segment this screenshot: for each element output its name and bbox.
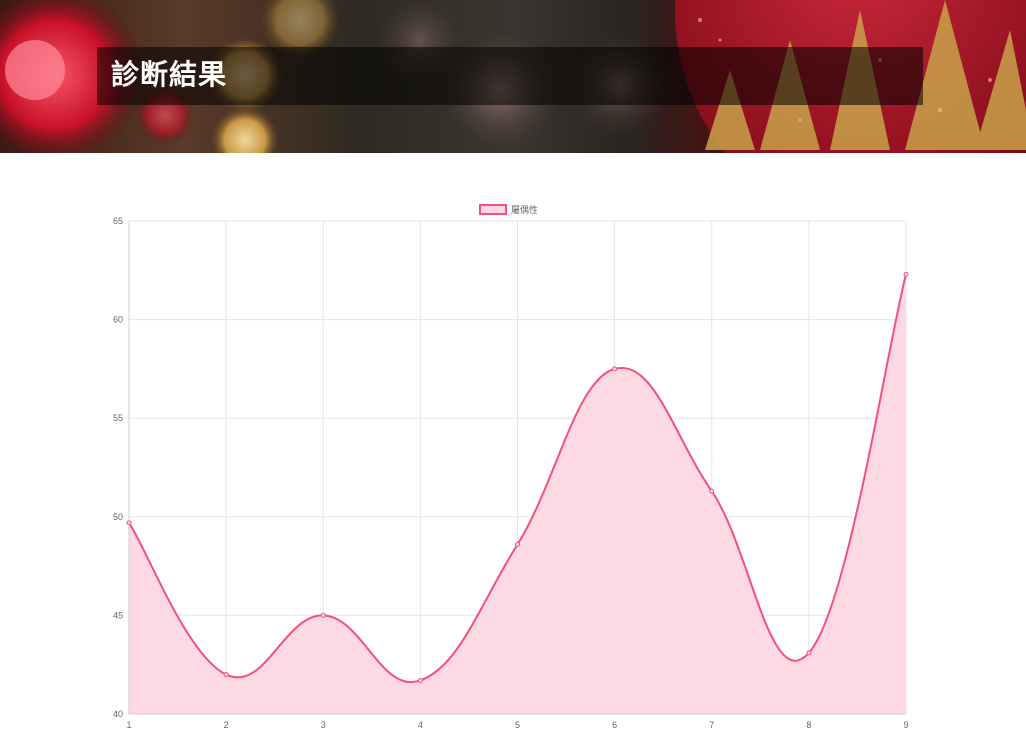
data-point <box>709 488 715 494</box>
y-tick-label: 55 <box>113 413 123 423</box>
data-point <box>903 271 909 277</box>
header-banner: 診断結果 <box>0 0 1026 153</box>
page-title: 診断結果 <box>111 58 228 91</box>
x-tick-label: 2 <box>224 720 229 730</box>
legend-swatch <box>479 204 507 215</box>
x-tick-label: 4 <box>418 720 423 730</box>
data-point <box>417 677 423 683</box>
data-point <box>320 612 326 618</box>
y-tick-label: 45 <box>113 610 123 620</box>
chart-area: 40 45 50 55 60 65 1 2 3 4 5 6 7 8 9 屬偶性 <box>0 153 1026 749</box>
x-tick-label: 3 <box>321 720 326 730</box>
y-tick-label: 50 <box>113 512 123 522</box>
x-tick-label: 5 <box>515 720 520 730</box>
x-tick-label: 7 <box>709 720 714 730</box>
y-tick-label: 60 <box>113 315 123 325</box>
x-tick-label: 1 <box>126 720 131 730</box>
x-tick-label: 6 <box>612 720 617 730</box>
data-point <box>223 672 229 678</box>
x-tick-label: 8 <box>806 720 811 730</box>
data-point <box>612 366 618 372</box>
legend-label: 屬偶性 <box>511 204 538 215</box>
y-tick-label: 65 <box>113 216 123 226</box>
y-tick-label: 40 <box>113 709 123 719</box>
x-tick-label: 9 <box>903 720 908 730</box>
data-point <box>515 541 520 547</box>
data-point <box>806 650 812 656</box>
title-bar: 診断結果 <box>97 47 923 105</box>
line-chart: 4045505560651 2 3 4 5 6 7 8 9屬偶性 <box>113 204 909 730</box>
